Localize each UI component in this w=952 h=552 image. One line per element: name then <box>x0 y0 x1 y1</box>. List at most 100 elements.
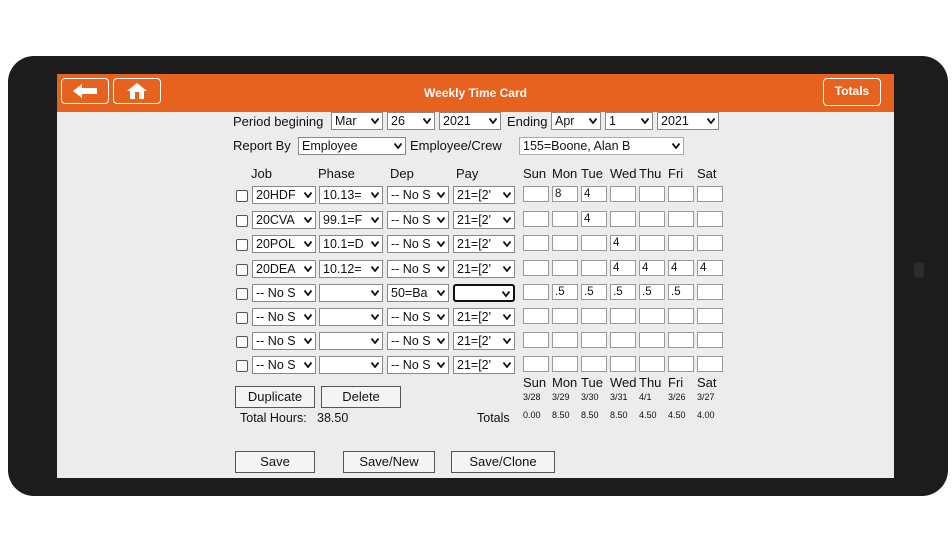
save-button[interactable]: Save <box>235 451 315 473</box>
hours-input-thu[interactable] <box>639 356 665 372</box>
hours-input-sat[interactable] <box>697 356 723 372</box>
save-clone-button[interactable]: Save/Clone <box>451 451 555 473</box>
job-select[interactable]: 20POL <box>252 235 316 253</box>
dep-select[interactable]: -- No S <box>387 356 449 374</box>
hours-input-sat[interactable] <box>697 235 723 251</box>
hours-input-mon[interactable] <box>552 308 578 324</box>
hours-input-wed[interactable] <box>610 211 636 227</box>
hours-input-wed[interactable] <box>610 186 636 202</box>
hours-input-fri[interactable] <box>668 211 694 227</box>
totals-button[interactable]: Totals <box>823 78 881 106</box>
row-checkbox[interactable] <box>236 288 248 300</box>
hours-input-tue[interactable]: 4 <box>581 211 607 227</box>
hours-input-tue[interactable]: 4 <box>581 186 607 202</box>
job-select[interactable]: -- No S <box>252 332 316 350</box>
hours-input-fri[interactable]: 4 <box>668 260 694 276</box>
hours-input-mon[interactable]: 8 <box>552 186 578 202</box>
pay-select[interactable]: 21=[2' <box>453 235 515 253</box>
hours-input-thu[interactable]: .5 <box>639 284 665 300</box>
phase-select[interactable] <box>319 284 383 302</box>
start-month-select[interactable]: Mar <box>331 112 383 130</box>
phase-select[interactable]: 99.1=F <box>319 211 383 229</box>
hours-input-fri[interactable] <box>668 235 694 251</box>
hours-input-fri[interactable] <box>668 356 694 372</box>
hours-input-wed[interactable]: 4 <box>610 260 636 276</box>
employee-select[interactable]: 155=Boone, Alan B <box>519 137 684 155</box>
hours-input-sun[interactable] <box>523 356 549 372</box>
end-day-select[interactable]: 1 <box>605 112 653 130</box>
hours-input-tue[interactable] <box>581 308 607 324</box>
hours-input-tue[interactable] <box>581 332 607 348</box>
hours-input-thu[interactable]: 4 <box>639 260 665 276</box>
hours-input-tue[interactable]: .5 <box>581 284 607 300</box>
hours-input-sun[interactable] <box>523 308 549 324</box>
hours-input-mon[interactable]: .5 <box>552 284 578 300</box>
pay-select[interactable]: 21=[2' <box>453 356 515 374</box>
hours-input-fri[interactable] <box>668 308 694 324</box>
row-checkbox[interactable] <box>236 360 248 372</box>
row-checkbox[interactable] <box>236 215 248 227</box>
phase-select[interactable] <box>319 308 383 326</box>
job-select[interactable]: 20DEA <box>252 260 316 278</box>
pay-select[interactable]: 21=[2' <box>453 211 515 229</box>
hours-input-wed[interactable]: .5 <box>610 284 636 300</box>
hours-input-thu[interactable] <box>639 308 665 324</box>
pay-select[interactable]: 21=[2' <box>453 260 515 278</box>
phase-select[interactable] <box>319 356 383 374</box>
hours-input-wed[interactable]: 4 <box>610 235 636 251</box>
hours-input-sun[interactable] <box>523 260 549 276</box>
duplicate-button[interactable]: Duplicate <box>235 386 315 408</box>
dep-select[interactable]: -- No S <box>387 235 449 253</box>
hours-input-fri[interactable] <box>668 332 694 348</box>
job-select[interactable]: -- No S <box>252 356 316 374</box>
hours-input-sun[interactable] <box>523 235 549 251</box>
job-select[interactable]: -- No S <box>252 308 316 326</box>
dep-select[interactable]: -- No S <box>387 186 449 204</box>
delete-button[interactable]: Delete <box>321 386 401 408</box>
phase-select[interactable] <box>319 332 383 350</box>
hours-input-thu[interactable] <box>639 186 665 202</box>
dep-select[interactable]: -- No S <box>387 308 449 326</box>
save-new-button[interactable]: Save/New <box>343 451 435 473</box>
report-by-select[interactable]: Employee <box>298 137 406 155</box>
end-month-select[interactable]: Apr <box>551 112 601 130</box>
hours-input-mon[interactable] <box>552 356 578 372</box>
dep-select[interactable]: -- No S <box>387 260 449 278</box>
row-checkbox[interactable] <box>236 312 248 324</box>
phase-select[interactable]: 10.13= <box>319 186 383 204</box>
pay-select[interactable]: 21=[2' <box>453 308 515 326</box>
start-year-select[interactable]: 2021 <box>439 112 501 130</box>
hours-input-sat[interactable] <box>697 186 723 202</box>
hours-input-sat[interactable] <box>697 284 723 300</box>
hours-input-tue[interactable] <box>581 356 607 372</box>
hours-input-mon[interactable] <box>552 211 578 227</box>
hours-input-mon[interactable] <box>552 332 578 348</box>
row-checkbox[interactable] <box>236 264 248 276</box>
hours-input-tue[interactable] <box>581 235 607 251</box>
hours-input-wed[interactable] <box>610 332 636 348</box>
phase-select[interactable]: 10.12= <box>319 260 383 278</box>
hours-input-thu[interactable] <box>639 235 665 251</box>
hours-input-thu[interactable] <box>639 332 665 348</box>
row-checkbox[interactable] <box>236 239 248 251</box>
start-day-select[interactable]: 26 <box>387 112 435 130</box>
row-checkbox[interactable] <box>236 336 248 348</box>
hours-input-sun[interactable] <box>523 186 549 202</box>
job-select[interactable]: -- No S <box>252 284 316 302</box>
hours-input-sat[interactable] <box>697 308 723 324</box>
pay-select[interactable] <box>453 284 515 302</box>
hours-input-sat[interactable]: 4 <box>697 260 723 276</box>
phase-select[interactable]: 10.1=D <box>319 235 383 253</box>
hours-input-mon[interactable] <box>552 235 578 251</box>
hours-input-thu[interactable] <box>639 211 665 227</box>
hours-input-wed[interactable] <box>610 308 636 324</box>
pay-select[interactable]: 21=[2' <box>453 332 515 350</box>
pay-select[interactable]: 21=[2' <box>453 186 515 204</box>
hours-input-sat[interactable] <box>697 211 723 227</box>
hours-input-sun[interactable] <box>523 284 549 300</box>
hours-input-sat[interactable] <box>697 332 723 348</box>
dep-select[interactable]: -- No S <box>387 211 449 229</box>
hours-input-wed[interactable] <box>610 356 636 372</box>
hours-input-fri[interactable]: .5 <box>668 284 694 300</box>
dep-select[interactable]: 50=Ba <box>387 284 449 302</box>
